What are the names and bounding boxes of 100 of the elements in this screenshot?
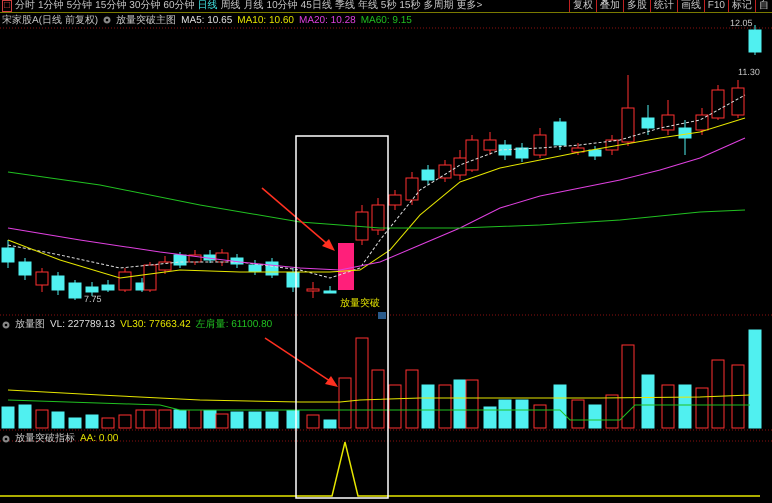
period-tab[interactable]: 更多> — [456, 0, 482, 12]
volume-bar — [2, 406, 14, 428]
price-label: 7.75 — [84, 293, 102, 306]
candle — [248, 260, 262, 276]
volume-bar — [144, 410, 156, 428]
volume-bar — [732, 364, 744, 428]
toolbar-button[interactable]: 自 — [755, 0, 772, 12]
candle — [642, 104, 654, 136]
candle — [466, 134, 478, 172]
volume-bar — [158, 410, 172, 428]
volume-bar — [438, 384, 452, 428]
volume-bar — [662, 384, 674, 428]
volume-bar — [454, 380, 466, 428]
indicator-name[interactable]: 放量突破指标 — [15, 431, 75, 446]
volume-bar — [678, 384, 692, 428]
toolbar-button[interactable]: F10 — [704, 0, 728, 12]
square-icon[interactable]: □ — [2, 0, 12, 12]
volume-bar — [18, 404, 32, 428]
period-tab[interactable]: 周线 — [220, 0, 241, 12]
volume-bar — [372, 370, 384, 428]
volume-bar — [606, 394, 618, 428]
legend-value: MA5: 10.65 — [181, 14, 232, 28]
volume-bar — [712, 360, 724, 428]
candle — [174, 252, 186, 268]
volume-bar — [466, 380, 478, 428]
period-tab[interactable]: 年线 — [358, 0, 378, 12]
volume-bar — [266, 412, 278, 428]
volume-bar — [338, 378, 352, 428]
highlighted-candle — [338, 243, 354, 290]
candle — [86, 282, 98, 296]
candle — [266, 258, 278, 278]
candle — [230, 254, 244, 268]
period-tab[interactable]: 日线 — [198, 0, 218, 12]
period-tab[interactable]: 季线 — [334, 0, 355, 12]
period-tab[interactable]: 10分钟 — [266, 0, 298, 12]
legend-value: MA20: 10.28 — [298, 14, 356, 28]
volume-bar — [68, 418, 82, 428]
candle — [388, 190, 402, 210]
candle — [484, 132, 496, 156]
candle — [732, 80, 744, 118]
volume-bar — [554, 384, 566, 428]
candle — [572, 142, 584, 156]
candle — [118, 268, 132, 292]
candle — [554, 118, 566, 150]
volume-bar — [306, 414, 320, 428]
gear-icon[interactable] — [103, 16, 112, 24]
volume-bar — [36, 410, 48, 428]
volume-bar — [248, 412, 262, 428]
candle — [622, 74, 634, 146]
toolbar-button[interactable]: 画线 — [676, 0, 704, 12]
volume-bar — [422, 384, 434, 428]
period-tab[interactable]: 30分钟 — [129, 0, 160, 12]
candle — [662, 100, 674, 136]
volume-bar — [572, 400, 584, 428]
indicator-name[interactable]: 放量突破主图 — [116, 12, 176, 28]
period-tab[interactable]: 分时 — [15, 0, 36, 12]
period-tab[interactable]: 5分钟 — [66, 0, 92, 12]
candle — [324, 286, 336, 294]
volume-bar — [516, 400, 528, 428]
chart-title: 宋家股A(日线 前复权) — [2, 14, 98, 28]
period-tab[interactable]: 月线 — [244, 0, 264, 12]
volume-bar — [406, 370, 418, 428]
volume-bar — [86, 414, 98, 428]
candle — [748, 24, 762, 56]
toolbar-button[interactable]: 多股 — [622, 0, 650, 12]
volume-bar — [174, 410, 186, 428]
candle — [102, 280, 114, 292]
candle — [516, 142, 528, 162]
legend-value: MA60: 9.15 — [360, 14, 412, 28]
volume-bar — [588, 404, 602, 428]
candle — [356, 204, 368, 246]
period-tab[interactable]: 15分钟 — [95, 0, 126, 12]
candle — [678, 120, 692, 156]
candle — [606, 134, 618, 156]
candle — [372, 198, 384, 236]
candle — [2, 240, 14, 268]
period-tab[interactable]: 15秒 — [399, 0, 420, 12]
toolbar-button[interactable]: 标记 — [728, 0, 755, 12]
signal-label: 放量突破 — [340, 296, 380, 311]
toolbar-button[interactable]: 复权 — [568, 0, 596, 12]
period-tab[interactable]: 60分钟 — [163, 0, 195, 12]
candle — [498, 140, 512, 160]
legend-value: VL: 227789.13 — [50, 318, 116, 332]
volume-bar — [216, 414, 228, 428]
gear-icon[interactable] — [2, 434, 10, 442]
candle — [534, 128, 546, 158]
period-tab[interactable]: 5秒 — [380, 0, 396, 12]
period-tab[interactable]: 45日线 — [300, 0, 332, 12]
indicator-name[interactable]: 放量图 — [15, 317, 45, 332]
candle — [712, 84, 724, 120]
period-tab[interactable]: 多周期 — [423, 0, 454, 12]
candle — [406, 172, 418, 206]
volume-bar — [204, 410, 216, 428]
toolbar-button[interactable]: 叠加 — [596, 0, 623, 12]
volume-bar — [102, 418, 114, 428]
candle — [454, 150, 466, 180]
gear-icon[interactable] — [2, 320, 10, 328]
volume-bar — [498, 400, 512, 428]
period-tab[interactable]: 1分钟 — [38, 0, 64, 12]
legend-value: AA: 0.00 — [80, 432, 118, 446]
